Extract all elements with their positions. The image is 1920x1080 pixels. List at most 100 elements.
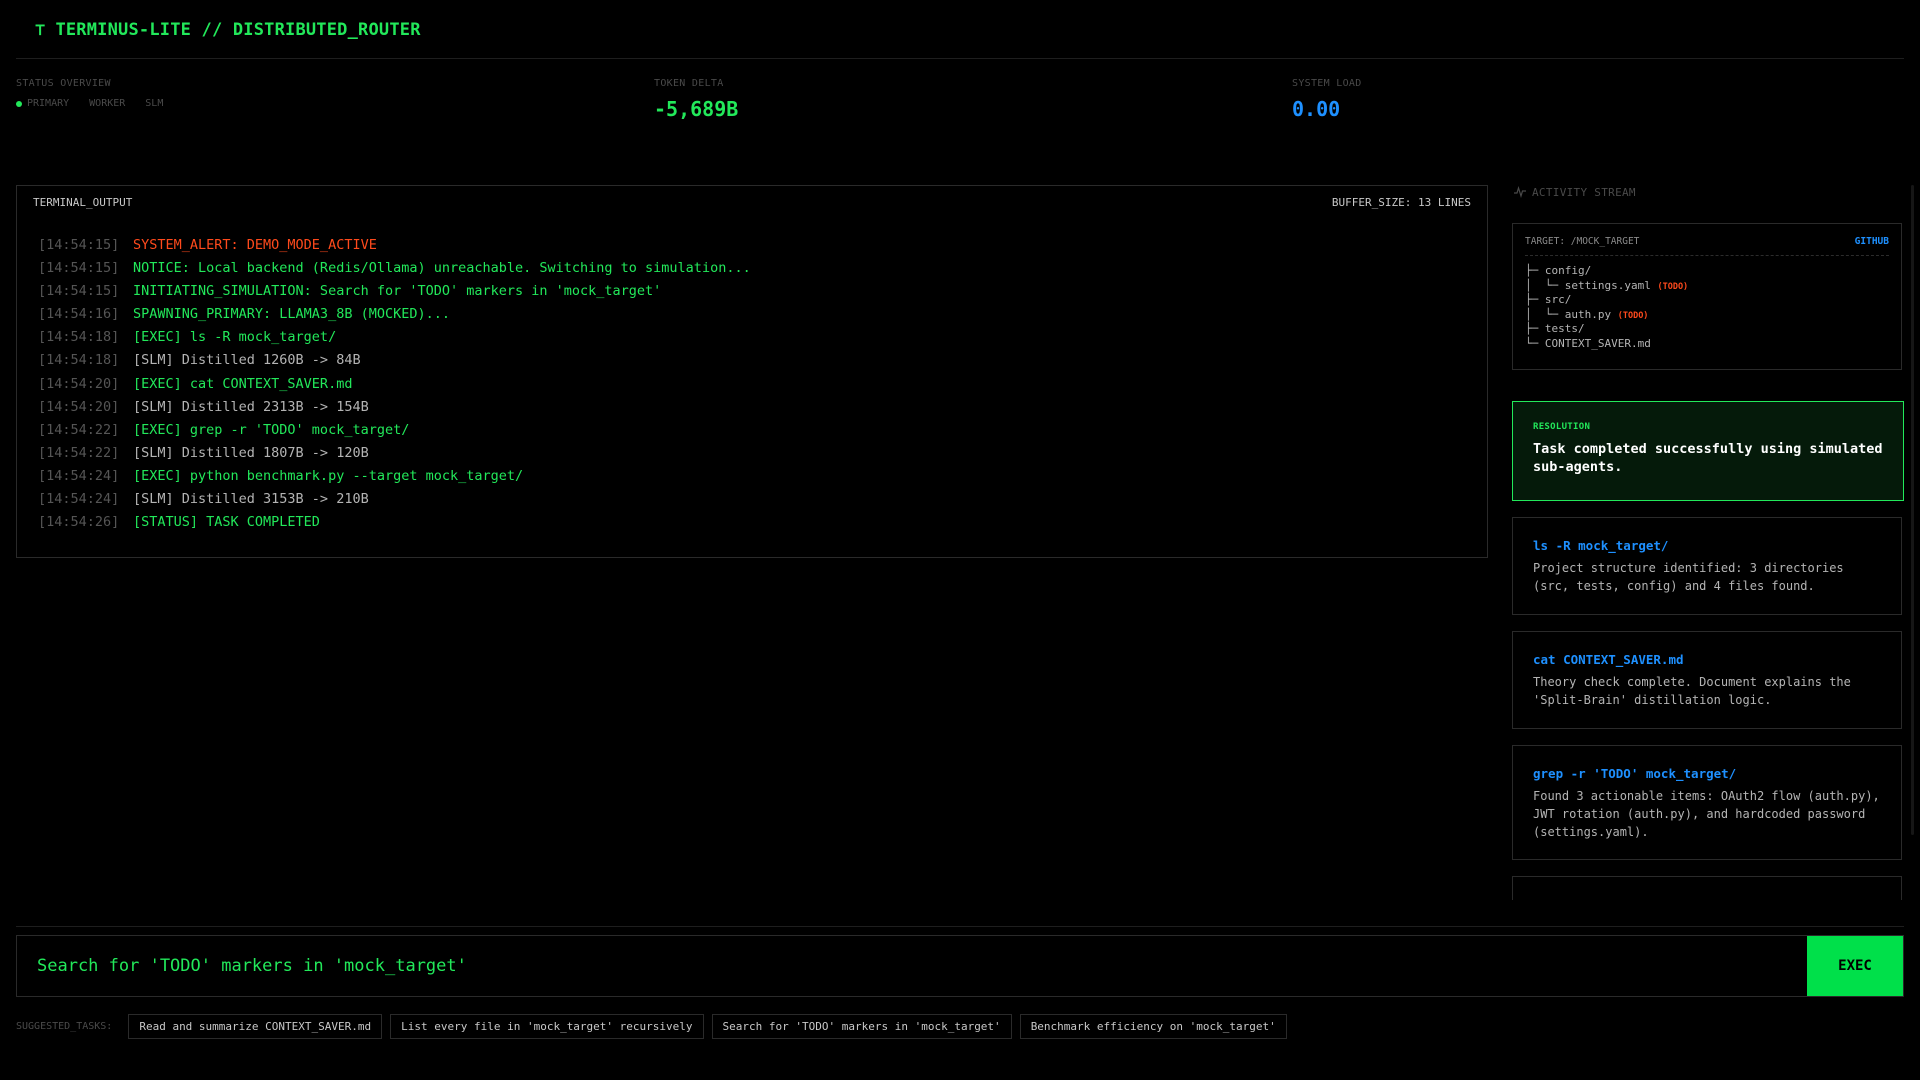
line-message: [SLM] Distilled 3153B -> 210B (133, 491, 369, 508)
tree-entry-name: ├─ tests/ (1525, 322, 1585, 336)
terminal-line: [14:54:15] SYSTEM_ALERT: DEMO_MODE_ACTIVE (38, 234, 1466, 257)
input-divider (16, 926, 1904, 927)
mode-worker: WORKER (89, 98, 126, 109)
activity-pulse-icon (1514, 186, 1526, 198)
todo-badge: (TODO) (1617, 310, 1649, 321)
token-delta-label: TOKEN DELTA (654, 78, 724, 89)
token-delta: TOKEN DELTA -5,689B (654, 78, 738, 121)
github-link[interactable]: GITHUB (1855, 236, 1889, 247)
mode-primary: PRIMARY (16, 98, 69, 109)
line-message: INITIATING_SIMULATION: Search for 'TODO'… (133, 283, 662, 300)
terminal-line: [14:54:26] [STATUS] TASK COMPLETED (38, 511, 1466, 534)
system-load-value: 0.00 (1292, 97, 1341, 121)
suggested-label: SUGGESTED_TASKS: (16, 1021, 113, 1032)
tree-entry: │ └─ auth.py (TODO) (1525, 308, 1889, 323)
tree-entry-name: │ └─ auth.py (1525, 307, 1612, 321)
line-timestamp: [14:54:15] (38, 283, 120, 300)
line-message: [EXEC] python benchmark.py --target mock… (133, 467, 524, 484)
line-timestamp: [14:54:22] (38, 421, 120, 438)
log-card: ls -R mock_target/ Project structure ide… (1512, 517, 1902, 615)
tree-entry-name: ├─ config/ (1525, 264, 1592, 277)
line-timestamp: [14:54:24] (38, 467, 120, 484)
terminal-line: [14:54:20] [SLM] Distilled 2313B -> 154B (38, 396, 1466, 419)
terminal-title: TERMINAL_OUTPUT (33, 195, 133, 209)
suggested-task-chip[interactable]: Search for 'TODO' markers in 'mock_targe… (711, 1014, 1012, 1039)
line-timestamp: [14:54:26] (38, 514, 120, 531)
log-command: ls -R mock_target/ (1533, 538, 1669, 553)
exec-button[interactable]: EXEC (1807, 936, 1903, 996)
file-tree: ├─ config/│ └─ settings.yaml (TODO) ├─ sr… (1525, 264, 1889, 352)
tree-target: TARGET: /MOCK_TARGET (1525, 236, 1640, 247)
terminal-header: TERMINAL_OUTPUT BUFFER_SIZE: 13 LINES (17, 186, 1487, 218)
tree-entry: └─ CONTEXT_SAVER.md (1525, 337, 1889, 352)
terminal-line: [14:54:15] INITIATING_SIMULATION: Search … (38, 280, 1466, 303)
line-message: [EXEC] grep -r 'TODO' mock_target/ (133, 421, 410, 438)
terminal-panel[interactable]: TERMINAL_OUTPUT BUFFER_SIZE: 13 LINES [1… (16, 185, 1488, 558)
active-dot-icon (16, 100, 22, 107)
log-card: cat CONTEXT_SAVER.md Theory check comple… (1512, 631, 1902, 729)
resolution-card: RESOLUTION Task completed successfully u… (1512, 401, 1904, 501)
line-message: NOTICE: Local backend (Redis/Ollama) unr… (133, 260, 751, 277)
system-load: SYSTEM LOAD 0.00 (1292, 78, 1362, 121)
terminal-line: [14:54:24] [EXEC] python benchmark.py --t… (38, 465, 1466, 488)
line-message: [SLM] Distilled 2313B -> 154B (133, 398, 369, 415)
line-timestamp: [14:54:18] (38, 329, 120, 346)
line-message: [SLM] Distilled 1807B -> 120B (133, 444, 369, 461)
tree-header: TARGET: /MOCK_TARGET GITHUB (1525, 236, 1889, 256)
resolution-text: Task completed successfully using simula… (1533, 441, 1883, 475)
terminal-line: [14:54:18] [SLM] Distilled 1260B -> 84B (38, 349, 1466, 372)
line-message: [STATUS] TASK COMPLETED (133, 514, 320, 531)
line-timestamp: [14:54:15] (38, 260, 120, 277)
log-description: Project structure identified: 3 director… (1533, 561, 1844, 593)
line-timestamp: [14:54:24] (38, 491, 120, 508)
line-message: SYSTEM_ALERT: DEMO_MODE_ACTIVE (133, 237, 377, 253)
file-tree-card: TARGET: /MOCK_TARGET GITHUB ├─ config/│ … (1512, 223, 1902, 370)
terminal-lines: [14:54:15] SYSTEM_ALERT: DEMO_MODE_ACTIVE… (17, 218, 1487, 534)
app-brand: ⊤ TERMINUS-LITE // DISTRIBUTED_ROUTER (35, 20, 421, 40)
app-title: TERMINUS-LITE // DISTRIBUTED_ROUTER (55, 20, 421, 40)
line-timestamp: [14:54:20] (38, 398, 120, 415)
activity-stream[interactable]: ACTIVITY STREAM TARGET: /MOCK_TARGET GIT… (1512, 176, 1904, 900)
terminal-line: [14:54:22] [EXEC] grep -r 'TODO' mock_tar… (38, 419, 1466, 442)
line-timestamp: [14:54:20] (38, 375, 120, 392)
suggested-task-chip[interactable]: List every file in 'mock_target' recursi… (390, 1014, 704, 1039)
line-timestamp: [14:54:18] (38, 352, 120, 369)
terminal-line: [14:54:22] [SLM] Distilled 1807B -> 120B (38, 442, 1466, 465)
status-overview-label: STATUS OVERVIEW (16, 78, 111, 89)
log-card: grep -r 'TODO' mock_target/ Found 3 acti… (1512, 745, 1902, 860)
tree-entry: │ └─ settings.yaml (TODO) (1525, 279, 1889, 294)
tree-entry-name: │ └─ settings.yaml (1525, 278, 1651, 292)
tree-entry: ├─ config/ (1525, 264, 1889, 279)
line-timestamp: [14:54:16] (38, 306, 120, 323)
log-description: Found 3 actionable items: OAuth2 flow (a… (1533, 789, 1880, 839)
system-load-label: SYSTEM LOAD (1292, 78, 1362, 89)
terminal-t-icon: ⊤ (35, 20, 46, 40)
stats-bar: STATUS OVERVIEW PRIMARY WORKER SLM TOKEN… (16, 78, 1904, 128)
line-message: [EXEC] cat CONTEXT_SAVER.md (133, 375, 353, 392)
suggested-task-chip[interactable]: Benchmark efficiency on 'mock_target' (1019, 1014, 1287, 1039)
line-timestamp: [14:54:15] (38, 237, 120, 253)
mode-slm: SLM (145, 98, 164, 109)
log-card-partial (1512, 876, 1902, 900)
todo-badge: (TODO) (1657, 281, 1689, 292)
terminal-line: [14:54:24] [SLM] Distilled 3153B -> 210B (38, 488, 1466, 511)
command-input[interactable] (17, 936, 1807, 996)
suggested-task-chip[interactable]: Read and summarize CONTEXT_SAVER.md (128, 1014, 383, 1039)
status-overview: STATUS OVERVIEW PRIMARY WORKER SLM (16, 78, 163, 109)
log-command: cat CONTEXT_SAVER.md (1533, 652, 1684, 667)
suggested-tasks: SUGGESTED_TASKS: Read and summarize CONT… (16, 1014, 1287, 1039)
command-bar: EXEC (16, 935, 1904, 997)
tree-entry: ├─ src/ (1525, 293, 1889, 308)
log-description: Theory check complete. Document explains… (1533, 675, 1851, 707)
buffer-size: BUFFER_SIZE: 13 LINES (1331, 195, 1471, 209)
activity-title: ACTIVITY STREAM (1532, 185, 1636, 199)
mode-row: PRIMARY WORKER SLM (16, 98, 163, 109)
activity-scrollbar[interactable] (1911, 185, 1914, 835)
line-message: [EXEC] ls -R mock_target/ (133, 329, 337, 346)
log-command: grep -r 'TODO' mock_target/ (1533, 766, 1737, 781)
activity-header: ACTIVITY STREAM (1512, 176, 1904, 208)
line-message: [SLM] Distilled 1260B -> 84B (133, 352, 361, 369)
terminal-line: [14:54:16] SPAWNING_PRIMARY: LLAMA3_8B (M… (38, 303, 1466, 326)
terminal-line: [14:54:15] NOTICE: Local backend (Redis/O… (38, 257, 1466, 280)
tree-entry-name: └─ CONTEXT_SAVER.md (1525, 336, 1651, 350)
